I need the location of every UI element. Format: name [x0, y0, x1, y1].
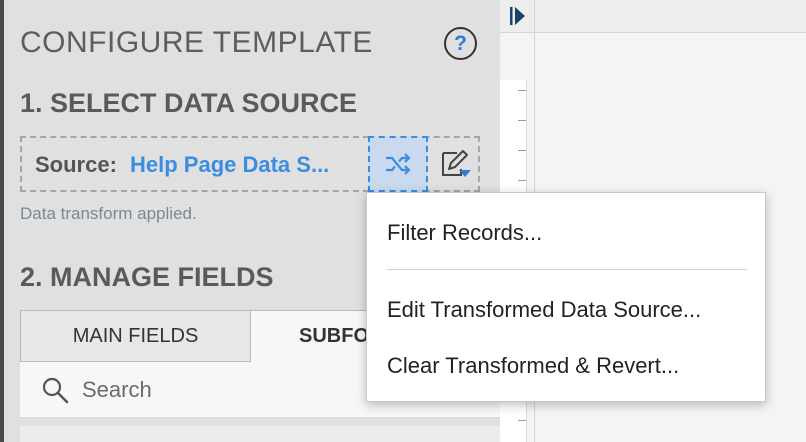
menu-item-filter-records[interactable]: Filter Records... [387, 220, 542, 246]
help-button[interactable]: ? [444, 27, 477, 60]
help-icon: ? [454, 31, 467, 55]
edit-data-source-icon [442, 150, 471, 177]
canvas-toolbar [500, 0, 806, 33]
list-item[interactable] [20, 426, 500, 442]
collapse-panel-icon[interactable] [508, 5, 528, 27]
source-value-link[interactable]: Help Page Data S... [130, 152, 329, 178]
source-label: Source: [35, 152, 117, 177]
menu-item-edit-transformed[interactable]: Edit Transformed Data Source... [387, 297, 701, 323]
data-source-selector[interactable]: Source: Help Page Data S... [20, 136, 480, 192]
transform-status-note: Data transform applied. [20, 204, 197, 223]
tab-main-fields[interactable]: MAIN FIELDS [20, 310, 251, 362]
menu-item-clear-transformed[interactable]: Clear Transformed & Revert... [387, 353, 679, 379]
panel-title: CONFIGURE TEMPLATE [20, 26, 373, 59]
shuffle-icon [386, 153, 411, 175]
section-title-manage-fields: 2. MANAGE FIELDS [20, 262, 274, 292]
transform-data-button[interactable] [368, 136, 428, 192]
search-icon [42, 377, 69, 404]
section-title-data-source: 1. SELECT DATA SOURCE [20, 88, 358, 118]
menu-divider [387, 269, 747, 270]
edit-data-source-button[interactable] [432, 138, 480, 190]
search-input[interactable] [82, 374, 342, 406]
transform-options-menu: Filter Records... Edit Transformed Data … [366, 192, 766, 402]
